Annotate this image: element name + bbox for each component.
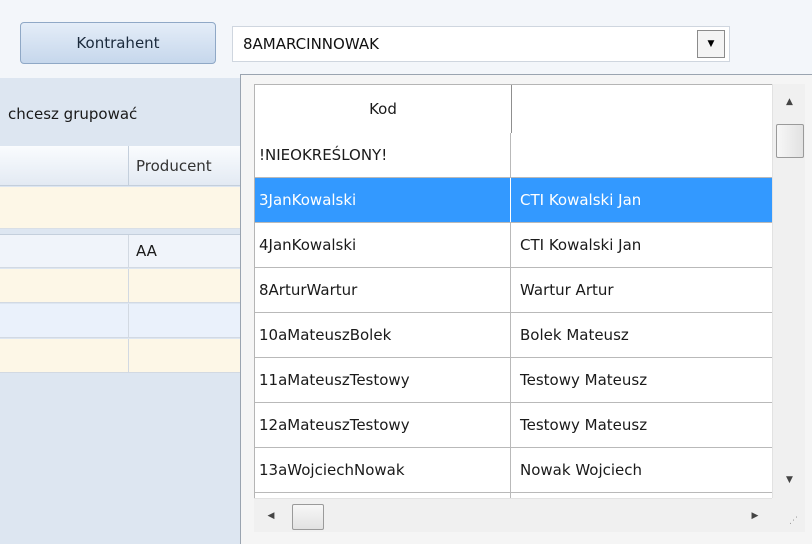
column-header-kod[interactable]: Kod [255,85,512,133]
dropdown-cell-nazwa: Bolek Mateusz [520,326,629,344]
dropdown-cell-kod: 12aMateuszTestowy [255,403,511,447]
dropdown-cell-kod: !NIEOKREŚLONY! [255,133,511,177]
table-cell [0,304,129,337]
dropdown-cell-nazwa: CTI Kowalski Jan [520,191,642,209]
kontrahent-button-label: Kontrahent [76,34,160,52]
table-cell [0,339,129,372]
table-cell [0,269,129,302]
scroll-right-icon[interactable]: ▶ [738,499,772,533]
vertical-scrollbar[interactable]: ▲ ▼ [772,84,805,498]
chevron-down-icon[interactable]: ▼ [697,30,725,58]
dropdown-cell-kod: 4JanKowalski [255,223,511,267]
dropdown-cell-kod: 13aWojciechNowak [255,448,511,492]
combobox-value[interactable]: 8AMARCINNOWAK [233,35,697,53]
dropdown-cell-nazwa: Nowak Wojciech [520,461,643,479]
scrollbar-thumb[interactable] [776,124,804,158]
dropdown-cell-kod: 10aMateuszBolek [255,313,511,357]
resize-grip-icon[interactable]: ⋰ [789,516,798,526]
column-header-producent[interactable]: Producent [136,146,212,186]
table-row[interactable] [0,304,240,338]
filter-row[interactable] [0,187,240,229]
dropdown-cell-kod: 3JanKowalski [255,178,511,222]
dropdown-cell-nazwa: Testowy Mateusz [520,416,648,434]
kontrahent-combobox[interactable]: 8AMARCINNOWAK ▼ [232,26,730,62]
dropdown-cell-kod: 11aMateuszTestowy [255,358,511,402]
dropdown-cell-kod: 8ArturWartur [255,268,511,312]
table-cell: AA [136,242,157,260]
dropdown-row[interactable]: 11aMateuszTestowy Testowy Mateusz [255,358,772,403]
horizontal-scrollbar[interactable]: ◀ ▶ [254,498,772,532]
dropdown-cell-nazwa: Testowy Mateusz [520,371,648,389]
table-row[interactable] [0,269,240,303]
dropdown-row[interactable]: !NIEOKREŚLONY! [255,133,772,178]
dropdown-row[interactable]: 4JanKowalski CTI Kowalski Jan [255,223,772,268]
dropdown-grid: Kod !NIEOKREŚLONY! 3JanKowalski CTI Kowals… [254,84,772,498]
dropdown-grid-header: Kod [255,85,772,134]
scroll-left-icon[interactable]: ◀ [254,499,288,533]
dropdown-cell-nazwa [512,133,772,177]
dropdown-row[interactable]: 12aMateuszTestowy Testowy Mateusz [255,403,772,448]
kontrahent-button[interactable]: Kontrahent [20,22,216,64]
dropdown-cell-nazwa: CTI Kowalski Jan [520,236,642,254]
table-row[interactable] [0,339,240,373]
grid-header: Producent [0,146,240,186]
dropdown-row[interactable]: 10aMateuszBolek Bolek Mateusz [255,313,772,358]
scroll-up-icon[interactable]: ▲ [773,84,806,120]
scrollbar-corner: ⋰ [772,498,805,532]
column-divider [128,146,129,186]
dropdown-row[interactable]: 3JanKowalski CTI Kowalski Jan [255,178,772,223]
dropdown-row[interactable]: 13aWojciechNowak Nowak Wojciech [255,448,772,493]
dropdown-cell-nazwa: Wartur Artur [520,281,614,299]
table-cell [0,235,129,267]
table-row[interactable]: AA [0,234,240,268]
group-by-hint: chcesz grupować [8,105,138,123]
scroll-down-icon[interactable]: ▼ [773,462,806,498]
dropdown-row[interactable]: 8ArturWartur Wartur Artur [255,268,772,313]
scrollbar-thumb[interactable] [292,504,324,530]
